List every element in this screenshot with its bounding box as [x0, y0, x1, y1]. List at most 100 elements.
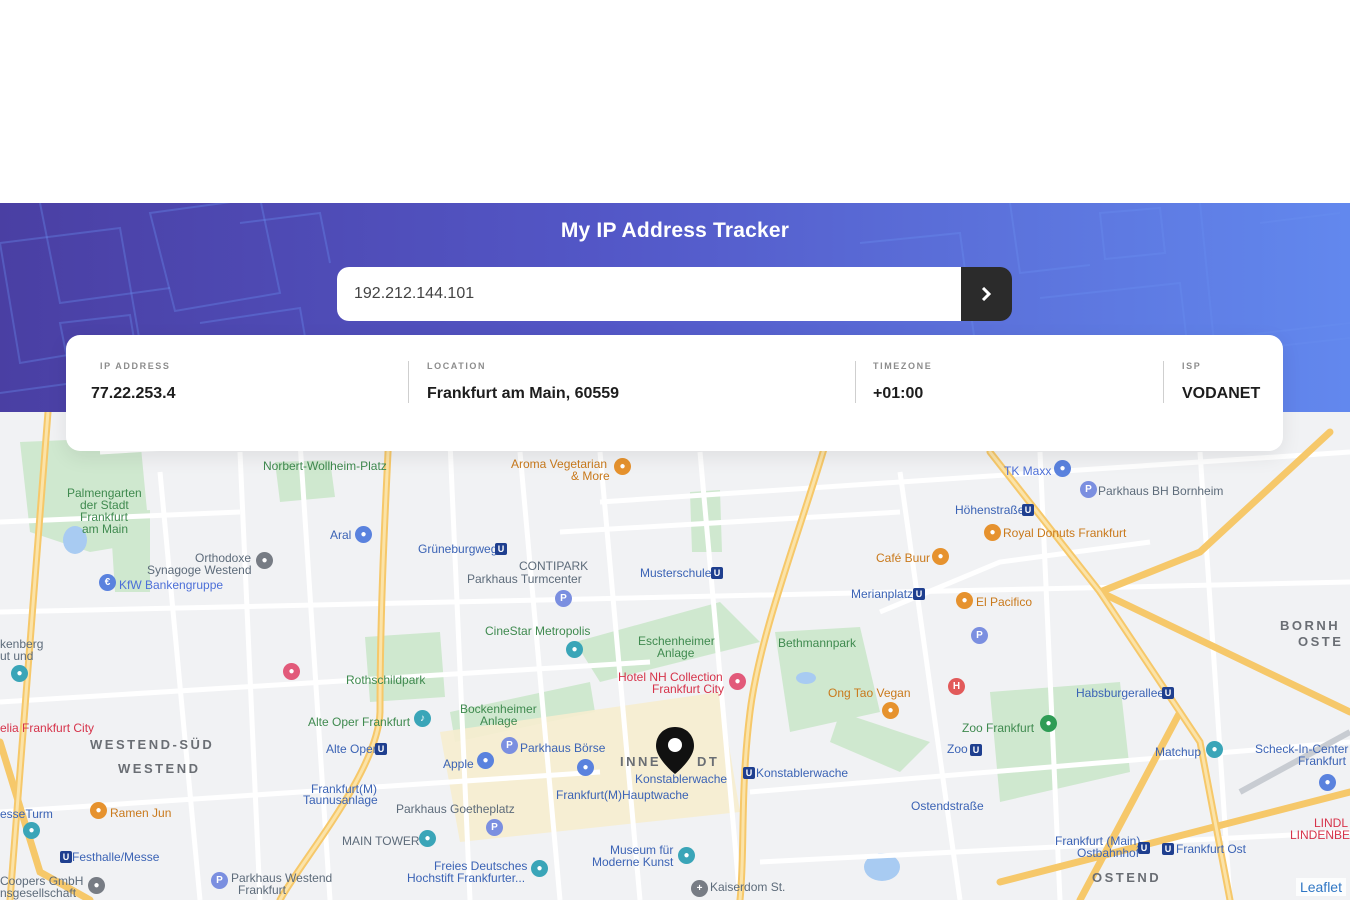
map-label: Alte Oper: [326, 742, 377, 756]
parking-icon[interactable]: P: [555, 590, 572, 607]
map-label: Parkhaus Turmcenter: [467, 572, 582, 586]
restaurant-icon[interactable]: ●: [882, 702, 899, 719]
map-label: Norbert-Wollheim-Platz: [263, 459, 387, 473]
map-label: elia Frankfurt City: [0, 721, 95, 735]
map-label: Ong Tao Vegan: [828, 686, 911, 700]
map-label: Café Buur: [876, 551, 931, 565]
map-label: MAIN TOWER: [342, 834, 420, 848]
isp-value: VODANET: [1182, 385, 1261, 402]
restaurant-icon[interactable]: ●: [984, 524, 1001, 541]
search-input[interactable]: [337, 267, 961, 321]
map-label: Hochstift Frankfurter...: [407, 871, 526, 885]
map-label: Parkhaus Börse: [520, 741, 606, 755]
map-label: Merianplatz: [851, 587, 914, 601]
subway-icon[interactable]: U: [1138, 842, 1150, 854]
subway-icon[interactable]: U: [60, 851, 72, 863]
search-submit-button[interactable]: [961, 267, 1012, 321]
hotel-icon[interactable]: ●: [729, 673, 746, 690]
map-label: & More: [571, 469, 610, 483]
shopping-icon[interactable]: ●: [1054, 460, 1071, 477]
landmark-icon[interactable]: ●: [419, 830, 436, 847]
map-label: Apple: [443, 757, 474, 771]
ip-address-label: IP ADDRESS: [100, 361, 171, 371]
location-pin-icon[interactable]: [654, 726, 696, 776]
subway-icon[interactable]: U: [495, 543, 507, 555]
map-label: Matchup: [1155, 745, 1202, 759]
map-label: DT: [697, 754, 720, 769]
map-label: Musterschule: [640, 566, 712, 580]
zoo-icon[interactable]: ●: [1040, 715, 1057, 732]
page-title: My IP Address Tracker: [560, 219, 790, 242]
shopping-icon[interactable]: ●: [477, 752, 494, 769]
divider: [855, 361, 856, 403]
restaurant-icon[interactable]: ●: [956, 592, 973, 609]
museum-icon[interactable]: ●: [531, 860, 548, 877]
search-form: [337, 267, 1012, 321]
map-label: Grüneburgweg: [418, 542, 498, 556]
parking-icon[interactable]: P: [971, 627, 988, 644]
map-label: Konstablerwache: [756, 766, 849, 780]
ip-info-card: IP ADDRESS 77.22.253.4 LOCATION Frankfur…: [66, 335, 1283, 451]
map-label: Parkhaus Goetheplatz: [396, 802, 515, 816]
map-label: Höhenstraße: [955, 503, 1025, 517]
parking-icon[interactable]: P: [211, 872, 228, 889]
isp-label: ISP: [1182, 361, 1202, 371]
subway-icon[interactable]: U: [711, 567, 723, 579]
museum-icon[interactable]: ●: [678, 847, 695, 864]
subway-icon[interactable]: U: [913, 588, 925, 600]
office-icon[interactable]: ●: [88, 877, 105, 894]
map-label: Anlage: [657, 646, 695, 660]
sports-icon[interactable]: ●: [1206, 741, 1223, 758]
shopping-icon[interactable]: ●: [1319, 774, 1336, 791]
fuel-icon[interactable]: ●: [355, 526, 372, 543]
map-label: Frankfurt City: [652, 682, 725, 696]
map-label: WESTEND-SÜD: [90, 737, 215, 752]
map[interactable]: Norbert-Wollheim-Platz Aroma Vegetarian …: [0, 412, 1350, 900]
map-attribution-link[interactable]: Leaflet: [1295, 878, 1346, 896]
subway-icon[interactable]: U: [970, 744, 982, 756]
parking-icon[interactable]: P: [486, 819, 503, 836]
subway-icon[interactable]: U: [1022, 504, 1034, 516]
map-label: nsgesellschaft: [0, 886, 77, 900]
place-of-worship-icon[interactable]: ●: [256, 552, 273, 569]
music-icon[interactable]: ♪: [414, 710, 431, 727]
map-label: KfW Bankengruppe: [119, 578, 224, 592]
subway-icon[interactable]: U: [743, 767, 755, 779]
location-value: Frankfurt am Main, 60559: [427, 385, 620, 402]
map-label: Festhalle/Messe: [72, 850, 160, 864]
divider: [1163, 361, 1164, 403]
parking-icon[interactable]: P: [1080, 481, 1097, 498]
map-label: Aral: [330, 528, 352, 542]
divider: [408, 361, 409, 403]
sports-icon[interactable]: ●: [11, 665, 28, 682]
subway-icon[interactable]: U: [1162, 687, 1174, 699]
subway-icon[interactable]: U: [375, 743, 387, 755]
church-icon[interactable]: +: [691, 880, 708, 897]
shopping-icon[interactable]: ●: [577, 759, 594, 776]
timezone-value: +01:00: [873, 385, 924, 402]
map-label: Royal Donuts Frankfurt: [1003, 526, 1127, 540]
shopping-icon[interactable]: ●: [283, 663, 300, 680]
parking-icon[interactable]: P: [501, 737, 518, 754]
ip-address-block: IP ADDRESS 77.22.253.4: [91, 335, 391, 451]
map-label: Parkhaus BH Bornheim: [1098, 484, 1224, 498]
cinema-icon[interactable]: ●: [566, 641, 583, 658]
map-label: Zoo Frankfurt: [962, 721, 1035, 735]
hospital-icon[interactable]: H: [948, 678, 965, 695]
restaurant-icon[interactable]: ●: [90, 802, 107, 819]
location-label: LOCATION: [427, 361, 487, 371]
top-whitespace: [0, 0, 1350, 203]
bank-icon[interactable]: €: [99, 574, 116, 591]
cafe-icon[interactable]: ●: [932, 548, 949, 565]
map-label: Rothschildpark: [346, 673, 426, 687]
map-label: El Pacifico: [976, 595, 1033, 609]
map-label: esseTurm: [0, 807, 53, 821]
map-label: LINDENBE: [1290, 828, 1350, 842]
subway-icon[interactable]: U: [1162, 843, 1174, 855]
map-label: am Main: [82, 522, 129, 536]
map-label: Kaiserdom St.: [710, 880, 786, 894]
map-label: Ostbahnhof: [1077, 846, 1140, 860]
trade-fair-icon[interactable]: ●: [23, 822, 40, 839]
chevron-right-icon: [981, 287, 992, 301]
restaurant-icon[interactable]: ●: [614, 458, 631, 475]
